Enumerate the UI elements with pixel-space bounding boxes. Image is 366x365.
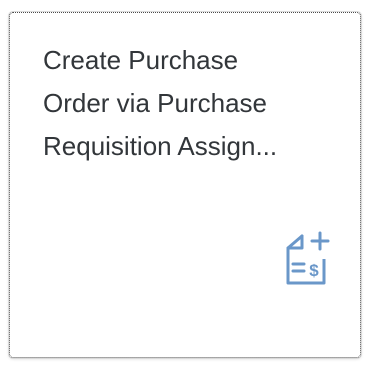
tile-title: Create Purchase Order via Purchase Requi… bbox=[43, 39, 349, 168]
tile-title-line-3: Requisition Assign... bbox=[43, 131, 278, 161]
create-purchase-document-icon: $ bbox=[286, 231, 330, 285]
app-tile-create-purchase-order[interactable]: Create Purchase Order via Purchase Requi… bbox=[9, 12, 361, 358]
tile-title-line-2: Order via Purchase bbox=[43, 88, 267, 118]
tile-title-line-1: Create Purchase bbox=[43, 45, 239, 75]
svg-text:$: $ bbox=[309, 261, 319, 280]
